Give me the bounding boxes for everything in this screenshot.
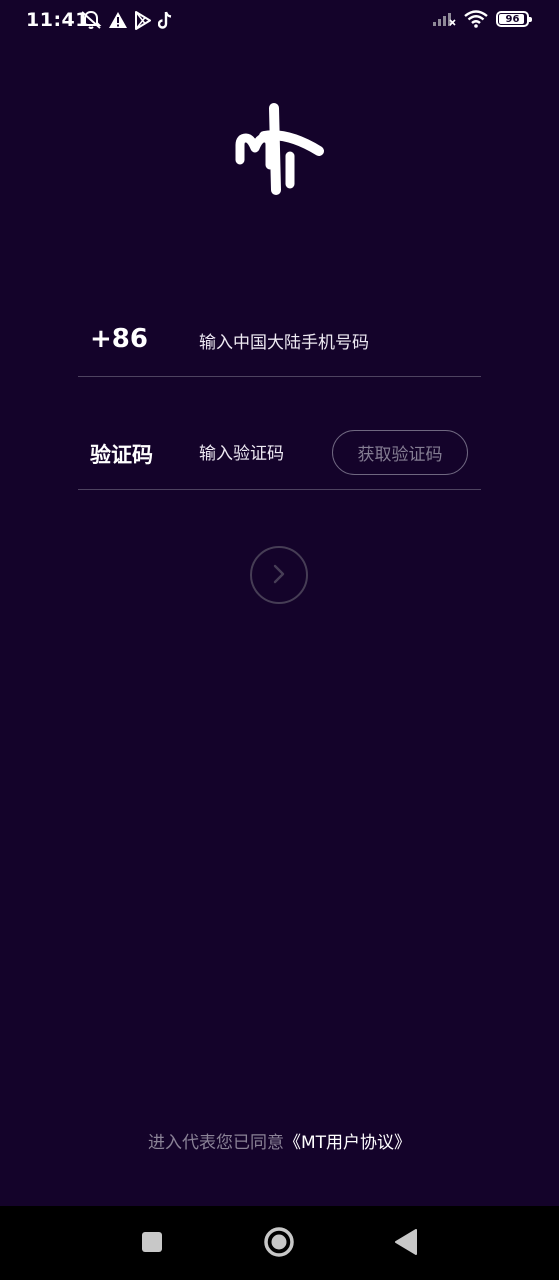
warning-icon (108, 11, 128, 29)
back-button[interactable] (390, 1228, 422, 1260)
code-label: 验证码 (90, 443, 153, 467)
tiktok-icon (158, 11, 174, 30)
recents-icon (140, 1230, 164, 1258)
battery-icon: 96 (496, 11, 532, 27)
battery-level: 96 (505, 13, 520, 25)
phone-row: +86 (78, 300, 481, 377)
next-button[interactable] (250, 546, 308, 604)
navigation-bar (0, 1206, 559, 1280)
status-system-icons: 96 (432, 10, 532, 28)
home-button[interactable] (263, 1226, 295, 1262)
get-code-button[interactable]: 获取验证码 (332, 430, 468, 475)
code-input[interactable] (199, 441, 329, 467)
play-store-icon (134, 10, 152, 30)
agreement-prefix: 进入代表您已同意 (147, 1133, 284, 1153)
country-code[interactable]: +86 (90, 324, 148, 354)
status-bar: 11:41 96 (0, 0, 559, 42)
home-icon (263, 1226, 295, 1262)
recents-button[interactable] (136, 1228, 168, 1260)
phone-input[interactable] (199, 330, 469, 356)
signal-icon (432, 11, 456, 27)
status-notification-icons (80, 9, 174, 31)
back-icon (394, 1229, 418, 1259)
agreement-text: 进入代表您已同意《MT用户协议》 (0, 1128, 559, 1153)
mute-bell-icon (80, 10, 102, 30)
user-agreement-link[interactable]: 《MT用户协议》 (284, 1133, 411, 1153)
mt-logo-icon (230, 100, 330, 200)
wifi-icon (464, 10, 488, 28)
code-row: 验证码 获取验证码 (78, 412, 481, 490)
chevron-right-icon (272, 564, 286, 587)
